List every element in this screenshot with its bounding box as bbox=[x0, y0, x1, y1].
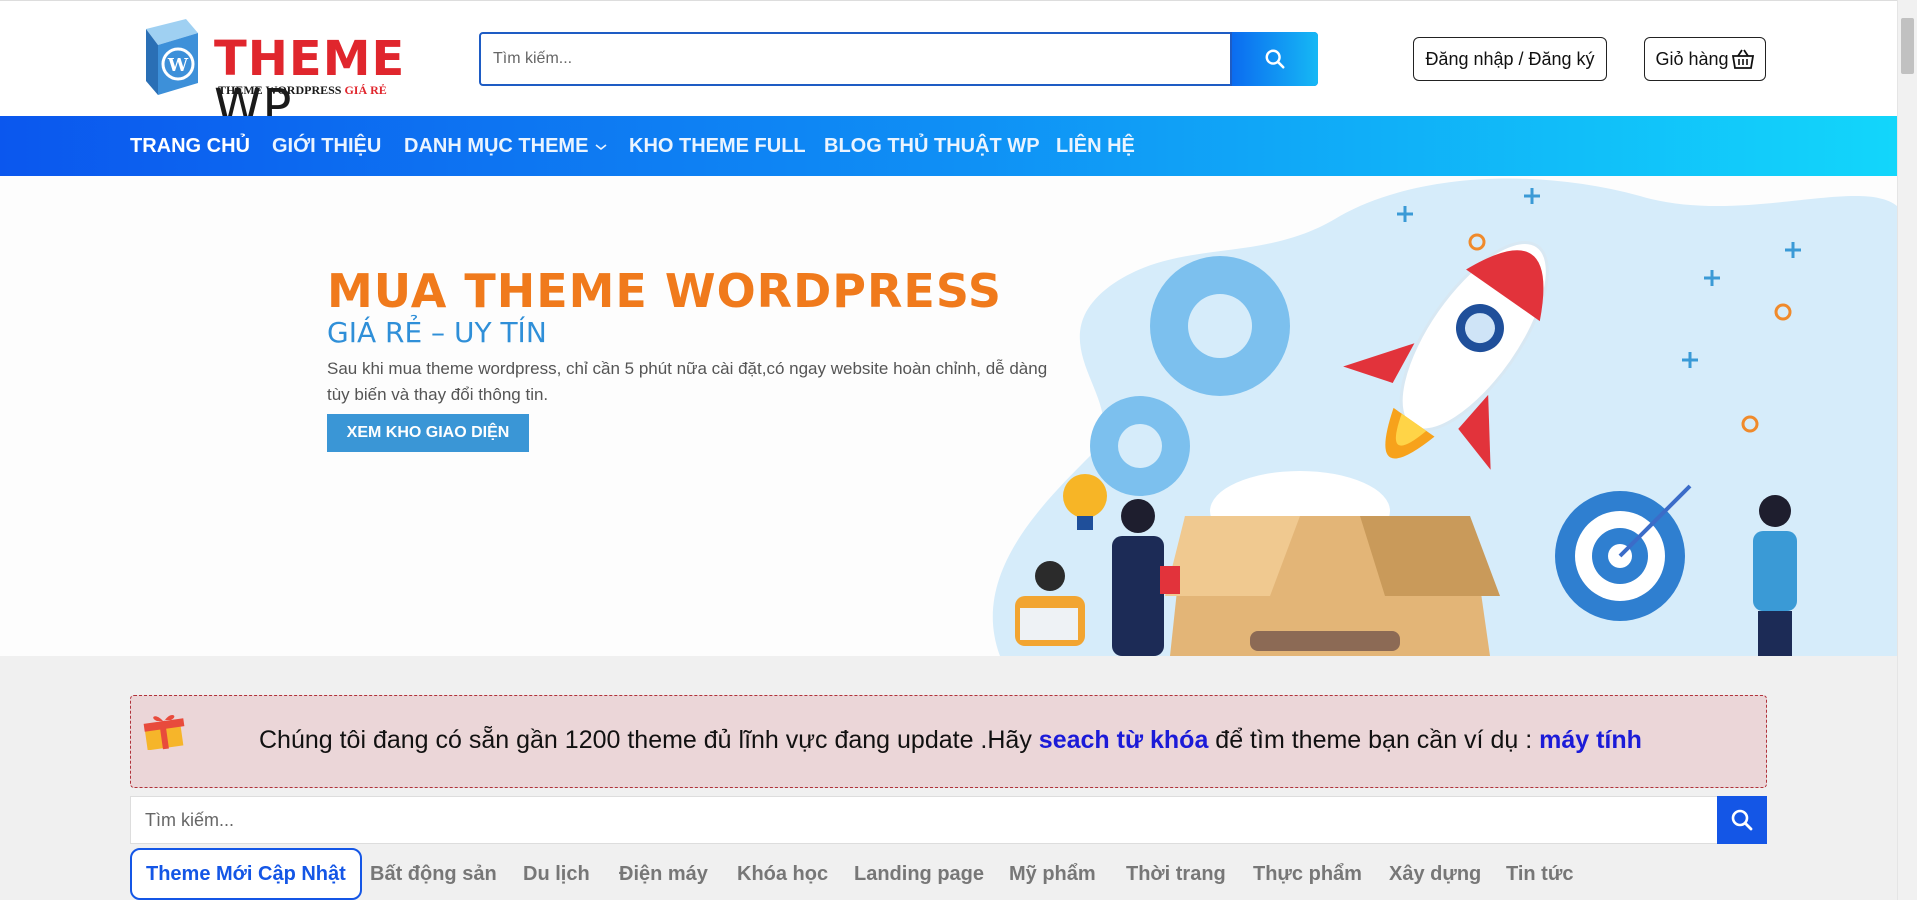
notice-example-link[interactable]: máy tính bbox=[1539, 726, 1642, 754]
cart-button[interactable]: Giỏ hàng bbox=[1644, 37, 1766, 81]
login-register-button[interactable]: Đăng nhập / Đăng ký bbox=[1413, 37, 1607, 81]
nav-item-home[interactable]: TRANG CHỦ bbox=[130, 116, 250, 176]
logo-tagline: THEME WORDPRESS GIÁ RẺ bbox=[218, 83, 387, 97]
tab-food[interactable]: Thực phẩm bbox=[1253, 848, 1362, 900]
hero-illustration bbox=[992, 178, 1897, 656]
hero-description-line: tùy biến và thay đổi thông tin. bbox=[327, 385, 549, 404]
scrollbar-thumb[interactable] bbox=[1901, 18, 1914, 74]
site-logo[interactable]: W THEME WP THEME WORDPRESS GIÁ RẺ bbox=[140, 15, 445, 131]
svg-text:W: W bbox=[167, 55, 189, 76]
chevron-down-icon bbox=[595, 144, 607, 150]
tab-travel[interactable]: Du lịch bbox=[523, 848, 590, 900]
site-header: W THEME WP THEME WORDPRESS GIÁ RẺ Đăng n… bbox=[0, 0, 1897, 131]
basket-icon bbox=[1731, 49, 1754, 69]
nav-item-full-theme-store[interactable]: KHO THEME FULL bbox=[629, 116, 806, 176]
hero-description: Sau khi mua theme wordpress, chỉ cần 5 p… bbox=[327, 356, 1107, 408]
view-themes-button[interactable]: XEM KHO GIAO DIỆN bbox=[327, 414, 529, 452]
page-scrollbar[interactable] bbox=[1897, 0, 1917, 900]
hero-subtitle: GIÁ RẺ – UY TÍN bbox=[327, 316, 547, 349]
category-tabs: Theme Mới Cập Nhật Bất động sản Du lịch … bbox=[130, 848, 1767, 900]
nav-item-theme-categories[interactable]: DANH MỤC THEME bbox=[404, 116, 608, 176]
tab-construction[interactable]: Xây dựng bbox=[1389, 848, 1481, 900]
tab-electronics[interactable]: Điện máy bbox=[619, 848, 708, 900]
header-search bbox=[479, 32, 1318, 86]
promo-notice: Chúng tôi đang có sẵn gần 1200 theme đủ … bbox=[130, 695, 1767, 788]
notice-keyword-link[interactable]: seach từ khóa bbox=[1039, 726, 1209, 754]
notice-text-part: Chúng tôi đang có sẵn gần 1200 theme đủ … bbox=[259, 726, 1039, 754]
nav-item-contact[interactable]: LIÊN HỆ bbox=[1056, 116, 1135, 176]
notice-text: Chúng tôi đang có sẵn gần 1200 theme đủ … bbox=[259, 726, 1642, 755]
tab-new-themes[interactable]: Theme Mới Cập Nhật bbox=[130, 848, 362, 900]
nav-item-theme-categories-label: DANH MỤC THEME bbox=[404, 135, 589, 157]
hero-banner: MUA THEME WORDPRESS GIÁ RẺ – UY TÍN Sau … bbox=[0, 176, 1897, 656]
hero-description-line: Sau khi mua theme wordpress, chỉ cần 5 p… bbox=[327, 359, 1048, 378]
main-navigation: TRANG CHỦ GIỚI THIỆU DANH MỤC THEME KHO … bbox=[0, 116, 1897, 176]
tab-real-estate[interactable]: Bất động sản bbox=[370, 848, 497, 900]
nav-item-about[interactable]: GIỚI THIỆU bbox=[272, 116, 381, 176]
theme-search-button[interactable] bbox=[1717, 796, 1767, 844]
hero-title: MUA THEME WORDPRESS bbox=[327, 264, 1003, 318]
theme-search-input[interactable] bbox=[131, 797, 1711, 843]
header-search-input[interactable] bbox=[481, 34, 1231, 84]
search-icon bbox=[1265, 49, 1285, 69]
tab-news[interactable]: Tin tức bbox=[1506, 848, 1573, 900]
theme-search bbox=[130, 796, 1767, 844]
tab-courses[interactable]: Khóa học bbox=[737, 848, 828, 900]
search-icon bbox=[1731, 809, 1753, 831]
notice-text-part: để tìm theme bạn cần ví dụ : bbox=[1208, 726, 1540, 754]
nav-item-blog[interactable]: BLOG THỦ THUẬT WP bbox=[824, 116, 1040, 176]
header-search-button[interactable] bbox=[1230, 32, 1318, 86]
tab-fashion[interactable]: Thời trang bbox=[1126, 848, 1226, 900]
tab-landing-page[interactable]: Landing page bbox=[854, 848, 984, 900]
wordpress-logo-icon: W bbox=[146, 19, 198, 95]
gift-icon bbox=[143, 714, 185, 750]
cart-label: Giỏ hàng bbox=[1655, 48, 1729, 69]
tab-cosmetics[interactable]: Mỹ phẩm bbox=[1009, 848, 1096, 900]
